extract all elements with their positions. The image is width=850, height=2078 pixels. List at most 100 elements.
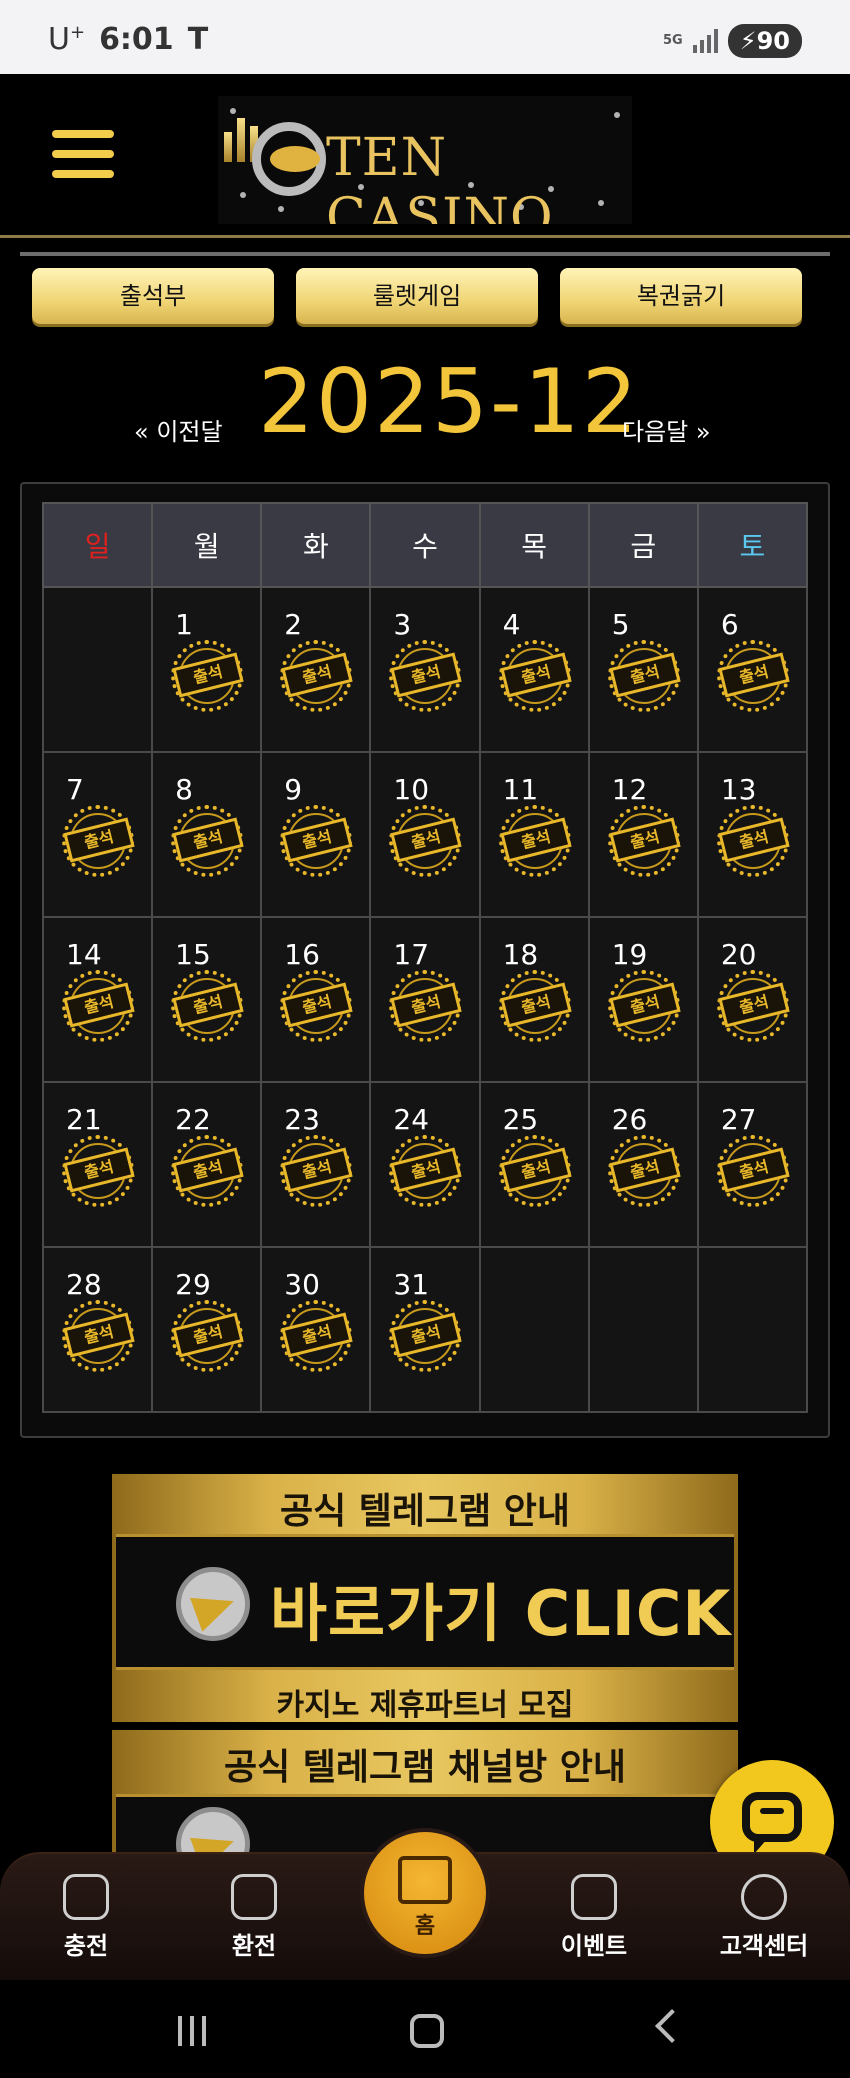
attendance-stamp-icon: 출석 bbox=[498, 1135, 572, 1207]
calendar-day-cell[interactable]: 14 출석 bbox=[41, 916, 154, 1083]
calendar-day-cell[interactable]: 7 출석 bbox=[41, 751, 154, 918]
banner-subtitle: 카지노 제휴파트너 모집 bbox=[276, 1688, 574, 1723]
calendar-week-row: 14 출석 15 출석 16 출석 17 출석 18 출석 19 출석 20 출석 bbox=[41, 916, 809, 1083]
calendar-day-number: 16 bbox=[284, 938, 320, 971]
lottery-button[interactable]: 복권긁기 bbox=[560, 268, 802, 324]
weekday-sun: 일 bbox=[41, 502, 154, 588]
hamburger-icon[interactable] bbox=[52, 130, 114, 186]
nav-withdraw-label: 환전 bbox=[231, 1932, 277, 1960]
calendar-day-number: 18 bbox=[502, 938, 539, 971]
calendar-day-number: 15 bbox=[175, 938, 211, 971]
prev-month-link[interactable]: « 이전달 bbox=[134, 412, 223, 447]
calendar-day-cell[interactable]: 30 출석 bbox=[260, 1246, 372, 1413]
attendance-stamp-icon: 출석 bbox=[607, 970, 681, 1042]
support-icon bbox=[741, 1874, 787, 1920]
attendance-button[interactable]: 출석부 bbox=[32, 268, 274, 324]
attendance-stamp-icon: 출석 bbox=[389, 1300, 463, 1372]
status-left: U+ 6:01 T bbox=[48, 22, 208, 57]
calendar-day-cell[interactable]: 31 출석 bbox=[369, 1246, 481, 1413]
battery-icon: ⚡90 bbox=[727, 24, 802, 58]
calendar-week-row: 21 출석 22 출석 23 출석 24 출석 25 출석 26 출석 27 출석 bbox=[41, 1081, 809, 1248]
nav-support[interactable]: 고객센터 bbox=[704, 1864, 824, 1961]
attendance-stamp-icon: 출석 bbox=[607, 640, 681, 712]
calendar-day-cell[interactable]: 29 출석 bbox=[151, 1246, 263, 1413]
header-divider bbox=[20, 252, 830, 256]
calendar-day-number: 30 bbox=[284, 1268, 320, 1301]
calendar-day-number: 12 bbox=[611, 773, 648, 806]
calendar-day-number: 1 bbox=[175, 608, 193, 641]
status-bar: U+ 6:01 T 5G ⚡90 bbox=[0, 0, 850, 74]
attendance-stamp-icon: 출석 bbox=[498, 640, 572, 712]
calendar-day-cell[interactable]: 16 출석 bbox=[260, 916, 372, 1083]
recent-apps-icon[interactable] bbox=[178, 2016, 206, 2046]
calendar-day-number: 21 bbox=[66, 1103, 102, 1136]
calendar-day-cell[interactable]: 2 출석 bbox=[260, 586, 372, 753]
calendar-day-cell[interactable]: 4 출석 bbox=[478, 586, 590, 753]
attendance-stamp-icon: 출석 bbox=[716, 970, 790, 1042]
nav-deposit[interactable]: 충전 bbox=[26, 1864, 146, 1961]
calendar-day-cell[interactable]: 18 출석 bbox=[478, 916, 590, 1083]
attendance-calendar: 일 월 화 수 목 금 토 1 출석 2 출석 3 출석 4 출석 5 출석 6 출석 7 출석 8 출석 9 출… bbox=[41, 502, 809, 1413]
calendar-day-cell[interactable]: 19 출석 bbox=[587, 916, 699, 1083]
calendar-day-cell[interactable]: 27 출석 bbox=[696, 1081, 809, 1248]
calendar-day-cell[interactable]: 24 출석 bbox=[369, 1081, 481, 1248]
chat-bubble-icon bbox=[742, 1792, 802, 1842]
calendar-day-cell[interactable]: 12 출석 bbox=[587, 751, 699, 918]
calendar-day-cell[interactable]: 20 출석 bbox=[696, 916, 809, 1083]
calendar-day-cell[interactable]: 11 출석 bbox=[478, 751, 590, 918]
weekday-thu: 목 bbox=[478, 502, 590, 588]
calendar-day-cell[interactable]: 15 출석 bbox=[151, 916, 263, 1083]
site-logo[interactable]: TEN CASINO bbox=[218, 96, 632, 224]
calendar-day-number: 6 bbox=[720, 608, 739, 641]
calendar-day-cell[interactable]: 26 출석 bbox=[587, 1081, 699, 1248]
calendar-day-cell[interactable]: 8 출석 bbox=[151, 751, 263, 918]
attendance-stamp-icon: 출석 bbox=[280, 1300, 353, 1372]
calendar-day-number: 19 bbox=[611, 938, 648, 971]
next-month-link[interactable]: 다음달 » bbox=[622, 412, 711, 447]
calendar-day-cell[interactable]: 13 출석 bbox=[696, 751, 809, 918]
calendar-day-cell[interactable]: 28 출석 bbox=[41, 1246, 154, 1413]
calendar-day-cell[interactable]: 9 출석 bbox=[260, 751, 372, 918]
calendar-day-cell[interactable]: 3 출석 bbox=[369, 586, 481, 753]
attendance-stamp-icon: 출석 bbox=[607, 1135, 681, 1207]
logo-text: TEN CASINO bbox=[326, 128, 554, 224]
calendar-day-number: 3 bbox=[393, 608, 412, 641]
attendance-stamp-icon: 출석 bbox=[716, 805, 790, 877]
calendar-day-number: 14 bbox=[66, 938, 102, 971]
calendar-day-cell[interactable]: 5 출석 bbox=[587, 586, 699, 753]
roulette-button[interactable]: 룰렛게임 bbox=[296, 268, 538, 324]
telegram-banner[interactable]: 공식 텔레그램 안내 바로가기 CLICK 카지노 제휴파트너 모집 bbox=[112, 1474, 738, 1723]
attendance-stamp-icon: 출석 bbox=[171, 1135, 244, 1207]
nav-event[interactable]: 이벤트 bbox=[534, 1864, 654, 1961]
attendance-stamp-icon: 출석 bbox=[607, 805, 681, 877]
deposit-icon bbox=[63, 1874, 109, 1920]
calendar-day-cell[interactable]: 25 출석 bbox=[478, 1081, 590, 1248]
weekday-header-row: 일 월 화 수 목 금 토 bbox=[41, 502, 809, 588]
calendar-day-number: 28 bbox=[66, 1268, 102, 1301]
weekday-wed: 수 bbox=[369, 502, 481, 588]
calendar-day-cell[interactable]: 10 출석 bbox=[369, 751, 481, 918]
attendance-stamp-icon: 출석 bbox=[498, 805, 572, 877]
attendance-stamp-icon: 출석 bbox=[389, 970, 463, 1042]
calendar-day-cell[interactable]: 23 출석 bbox=[260, 1081, 372, 1248]
withdraw-icon bbox=[231, 1874, 277, 1920]
calendar-day-number: 22 bbox=[175, 1103, 211, 1136]
calendar-empty-cell bbox=[41, 586, 154, 753]
nav-withdraw[interactable]: 환전 bbox=[194, 1864, 314, 1961]
clock: 6:01 bbox=[99, 22, 174, 57]
attendance-stamp-icon: 출석 bbox=[498, 970, 572, 1042]
weekday-fri: 금 bbox=[587, 502, 699, 588]
calendar-day-cell[interactable]: 21 출석 bbox=[41, 1081, 154, 1248]
nav-home[interactable]: 홈 bbox=[360, 1828, 490, 1958]
calendar-day-number: 26 bbox=[611, 1103, 648, 1136]
attendance-stamp-icon: 출석 bbox=[62, 1135, 135, 1207]
calendar-day-cell[interactable]: 17 출석 bbox=[369, 916, 481, 1083]
back-icon[interactable] bbox=[655, 2009, 689, 2043]
calendar-day-cell[interactable]: 1 출석 bbox=[151, 586, 263, 753]
attendance-stamp-icon: 출석 bbox=[171, 1300, 244, 1372]
calendar-day-cell[interactable]: 22 출석 bbox=[151, 1081, 263, 1248]
network-5g-icon: 5G bbox=[663, 33, 683, 48]
banner-cta-area: 바로가기 CLICK bbox=[116, 1534, 734, 1670]
calendar-day-cell[interactable]: 6 출석 bbox=[696, 586, 809, 753]
system-home-icon[interactable] bbox=[410, 2014, 444, 2048]
